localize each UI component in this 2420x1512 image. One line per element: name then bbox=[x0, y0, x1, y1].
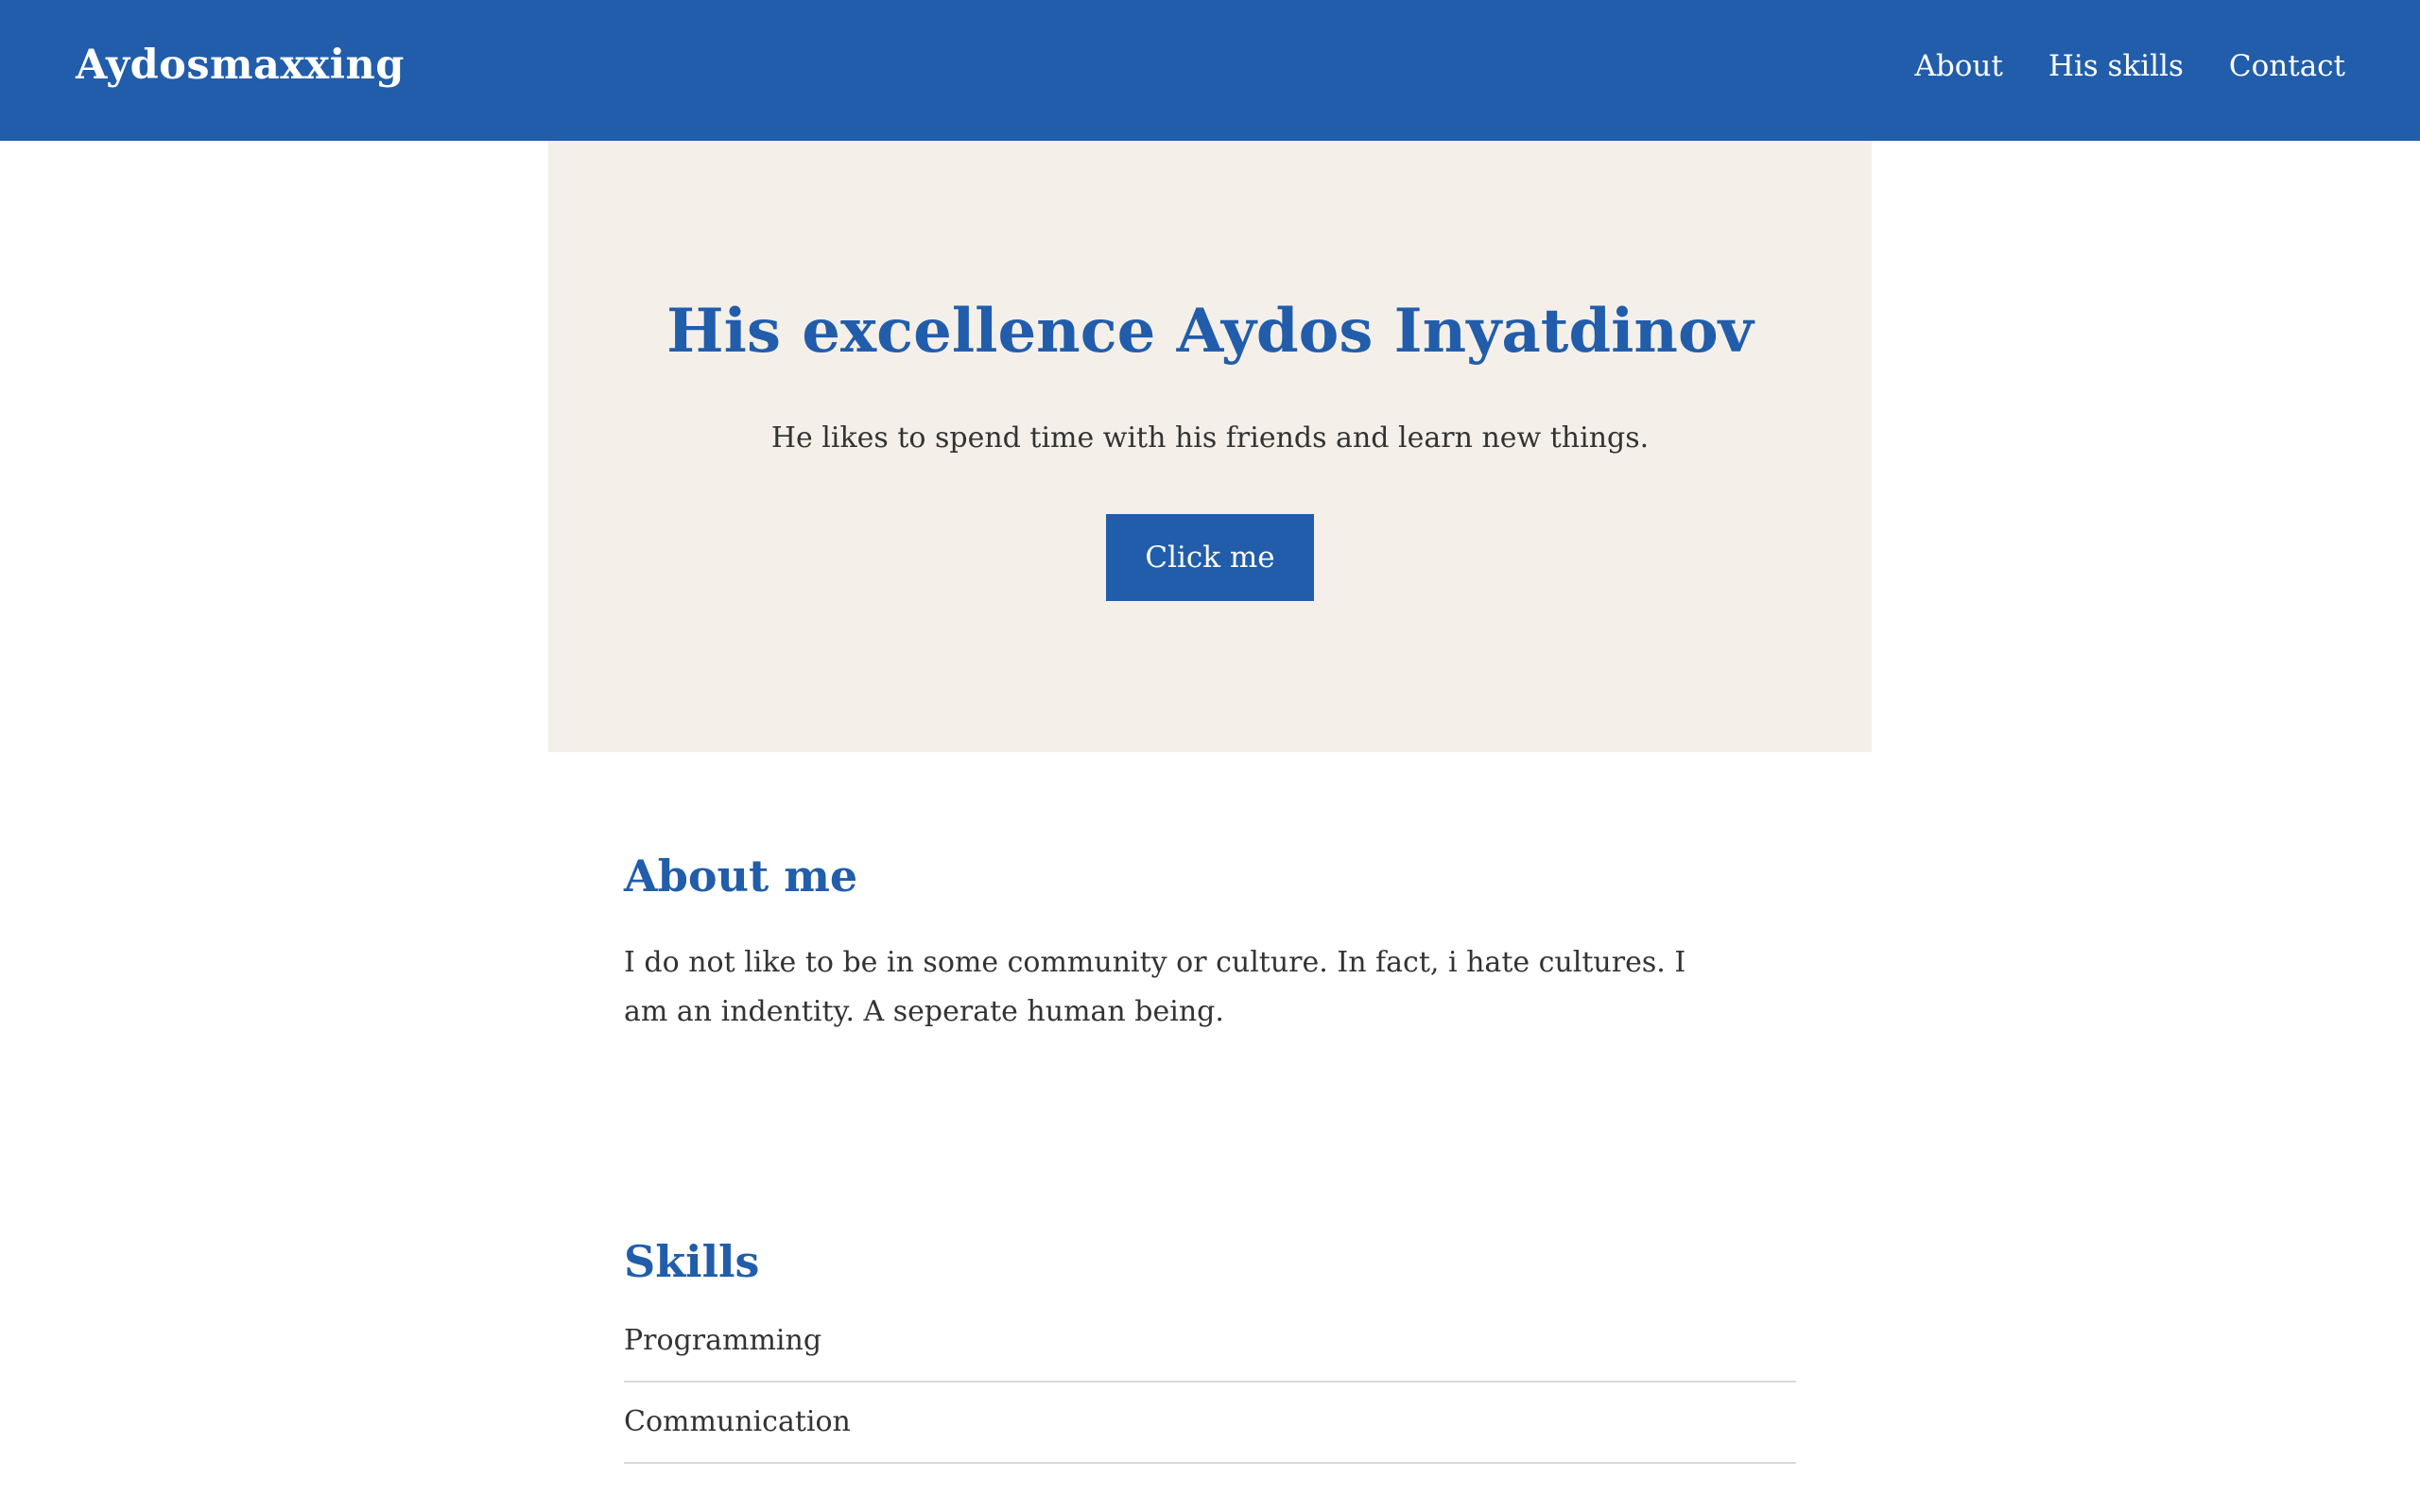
top-navbar: Aydosmaxxing About His skills Contact bbox=[0, 0, 2420, 141]
about-section: About me I do not like to be in some com… bbox=[624, 850, 1796, 1037]
skill-item-programming: Programming bbox=[624, 1324, 1796, 1383]
hero-title: His excellence Aydos Inyatdinov bbox=[666, 296, 1754, 367]
hero-subtitle: He likes to spend time with his friends … bbox=[770, 421, 1650, 455]
nav-link-skills[interactable]: His skills bbox=[2048, 49, 2184, 83]
nav-link-contact[interactable]: Contact bbox=[2229, 49, 2345, 83]
about-body: I do not like to be in some community or… bbox=[624, 946, 1686, 1029]
skills-list: Programming Communication bbox=[624, 1324, 1796, 1465]
click-me-button[interactable]: Click me bbox=[1106, 514, 1314, 601]
about-heading: About me bbox=[624, 850, 858, 902]
skills-heading: Skills bbox=[624, 1236, 760, 1287]
hero-section: His excellence Aydos Inyatdinov He likes… bbox=[548, 141, 1872, 752]
main-nav: About His skills Contact bbox=[1915, 49, 2346, 83]
nav-link-about[interactable]: About bbox=[1915, 49, 2003, 83]
skills-section: Skills Programming Communication bbox=[624, 1236, 1796, 1465]
skill-item-communication: Communication bbox=[624, 1383, 1796, 1465]
site-brand[interactable]: Aydosmaxxing bbox=[76, 42, 405, 89]
